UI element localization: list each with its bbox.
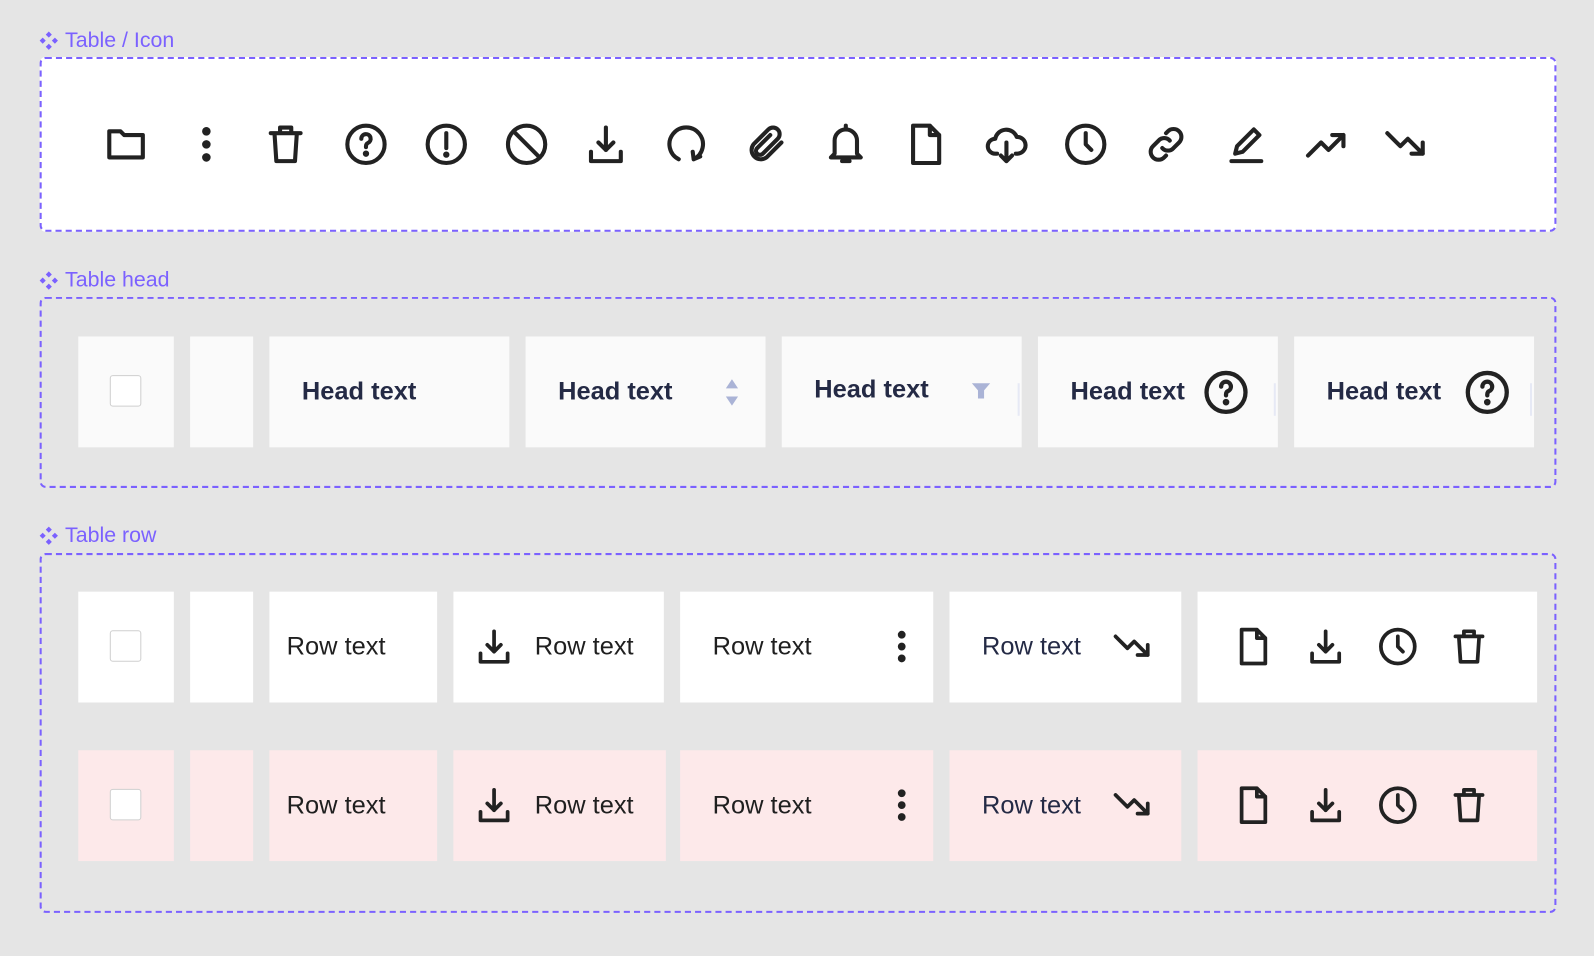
column-divider[interactable] [1529,383,1533,416]
head-cell-help[interactable]: Head text [1294,336,1535,448]
link-icon [1144,122,1189,167]
filter-icon[interactable] [971,381,991,401]
select-all-checkbox[interactable] [109,375,142,407]
cloud-download-icon [984,122,1029,167]
sort-icon[interactable] [723,377,741,407]
row-cell-menu: Row text [680,750,934,862]
head-cell-sortable[interactable]: Head text [525,336,766,448]
trending-down-icon[interactable] [1112,785,1153,826]
row-cell-trend: Row text [949,750,1182,862]
clock-icon [1064,122,1109,167]
clock-icon[interactable] [1377,626,1418,667]
more-vertical-icon[interactable] [881,785,922,826]
file-icon [904,122,949,167]
file-icon[interactable] [1233,626,1274,667]
trash-icon [264,122,309,167]
file-icon[interactable] [1233,785,1274,826]
row-checkbox-cell [78,750,174,862]
trending-down-icon [1384,122,1429,167]
refresh-icon [664,122,709,167]
trending-down-icon[interactable] [1112,626,1153,667]
download-icon[interactable] [474,626,515,667]
download-icon[interactable] [1305,785,1346,826]
folder-icon [104,122,149,167]
section-label-icon: Table / Icon [39,28,175,52]
head-cell-filter[interactable]: Head text [781,336,1022,448]
bell-icon [824,122,869,167]
attachment-icon [744,122,789,167]
download-icon[interactable] [474,785,515,826]
row-checkbox[interactable] [109,630,142,662]
trending-up-icon [1304,122,1349,167]
row-cell-menu: Row text [680,591,934,703]
head-checkbox-cell [78,336,174,448]
download-icon[interactable] [1305,626,1346,667]
more-vertical-icon [184,122,229,167]
head-empty-cell [190,336,254,448]
row-actions-cell [1197,750,1538,862]
section-label-row: Table row [39,524,157,548]
trash-icon[interactable] [1449,785,1490,826]
row-checkbox[interactable] [109,788,142,821]
row-cell-download: Row text [453,750,666,862]
row-empty-cell [190,750,254,862]
edit-icon [1224,122,1269,167]
more-vertical-icon[interactable] [881,626,922,667]
component-icon [39,30,59,50]
column-divider[interactable] [1273,383,1276,416]
section-label-head: Table head [39,268,170,292]
download-icon [584,122,629,167]
row-empty-cell [190,591,254,703]
trash-icon[interactable] [1449,626,1490,667]
row-cell: Row text [269,591,438,703]
row-actions-cell [1197,591,1538,703]
row-cell-download: Row text [453,591,664,703]
row-cell: Row text [269,750,438,862]
clock-icon[interactable] [1377,785,1418,826]
help-circle-icon [344,122,389,167]
row-cell-trend: Row text [949,591,1182,703]
head-cell-help[interactable]: Head text [1037,336,1278,448]
component-icon [39,270,59,290]
head-cell[interactable]: Head text [269,336,510,448]
help-circle-icon[interactable] [1464,369,1511,416]
block-icon [504,122,549,167]
column-divider[interactable] [1017,383,1020,416]
component-icon [39,526,59,546]
alert-circle-icon [424,122,469,167]
help-circle-icon[interactable] [1203,369,1250,416]
row-checkbox-cell [78,591,174,703]
